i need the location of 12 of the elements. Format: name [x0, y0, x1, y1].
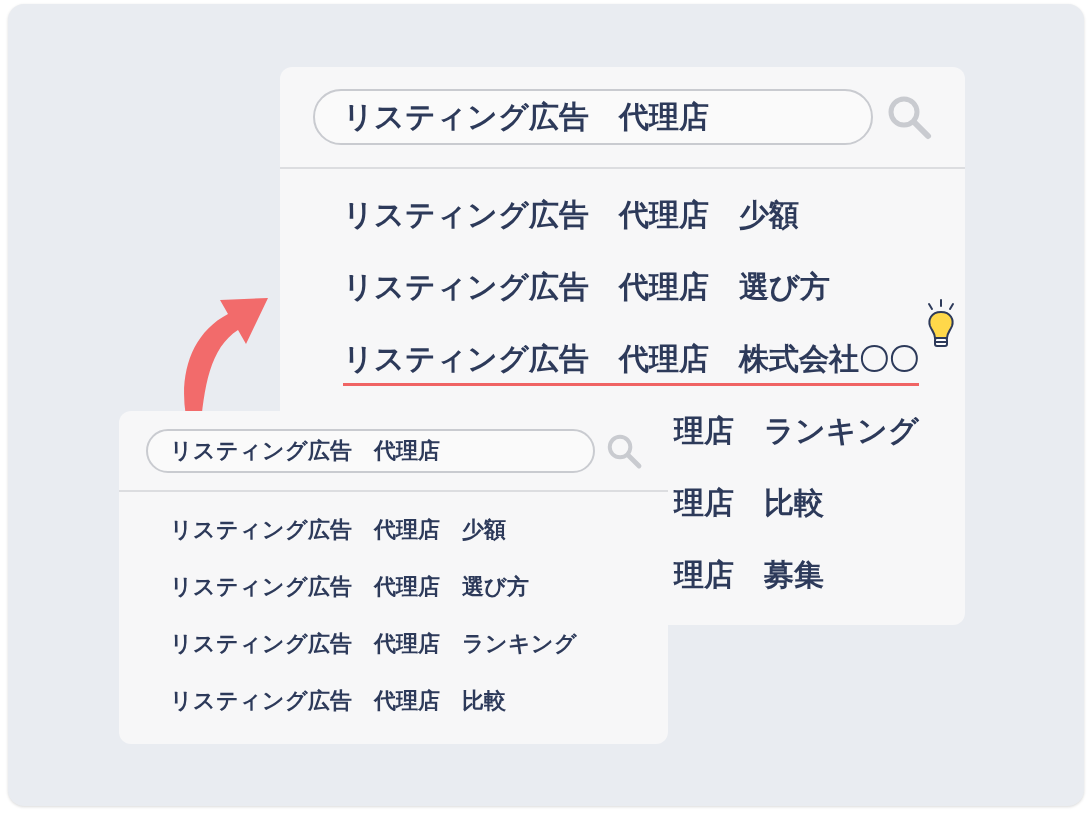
- suggestion-item[interactable]: リスティング広告 代理店 株式会社〇〇: [343, 341, 919, 386]
- suggestion-item[interactable]: 理店 比較: [674, 485, 824, 521]
- suggestion-item[interactable]: リスティング広告 代理店 選び方: [343, 269, 830, 305]
- suggestion-item[interactable]: リスティング広告 代理店 少額: [343, 197, 799, 233]
- suggestion-item[interactable]: リスティング広告 代理店 選び方: [170, 574, 529, 601]
- suggestion-item[interactable]: リスティング広告 代理店 ランキング: [170, 631, 577, 658]
- suggestion-item[interactable]: リスティング広告 代理店 比較: [170, 688, 506, 715]
- suggestion-item[interactable]: リスティング広告 代理店 少額: [170, 517, 506, 544]
- suggestion-item[interactable]: 理店 ランキング: [674, 413, 919, 449]
- search-field[interactable]: リスティング広告 代理店: [146, 428, 595, 473]
- search-field[interactable]: リスティング広告 代理店: [313, 89, 873, 145]
- suggestion-item[interactable]: 理店 募集: [674, 557, 824, 593]
